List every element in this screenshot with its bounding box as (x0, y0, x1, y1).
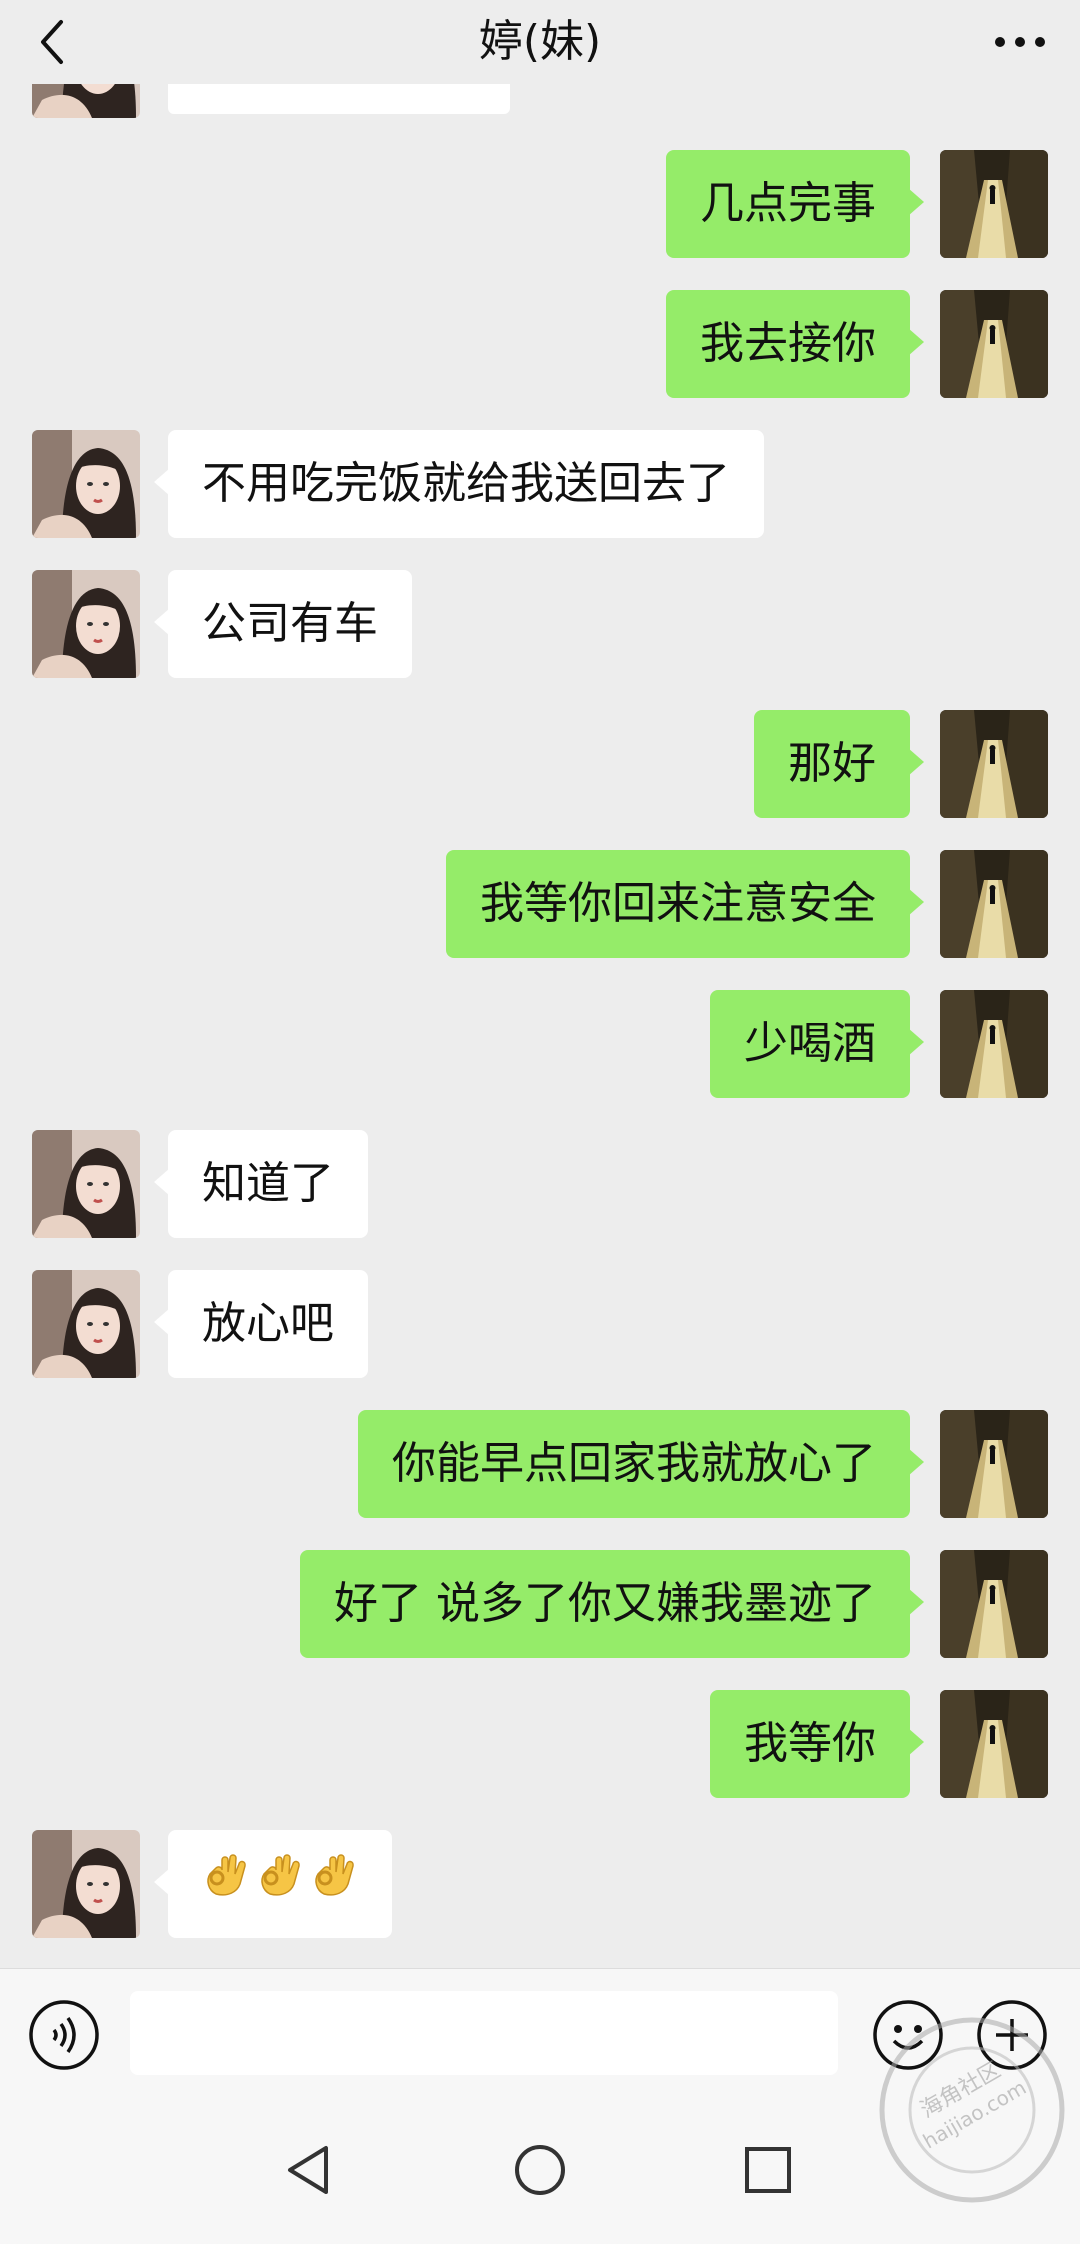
incoming-message: 公司有车 (0, 570, 1080, 680)
outgoing-message: 我去接你 (0, 290, 1080, 400)
message-bubble[interactable]: 放心吧 (154, 1270, 368, 1378)
ok-hand-emoji-icon (202, 1830, 250, 1938)
incoming-message (0, 1830, 1080, 1940)
message-input[interactable] (130, 1991, 838, 2075)
outgoing-message: 我等你 (0, 1690, 1080, 1800)
message-bubble[interactable] (154, 1830, 392, 1938)
outgoing-message: 几点完事 (0, 150, 1080, 260)
partial-message (0, 84, 1080, 120)
message-text: 我去接你 (700, 318, 876, 369)
message-text: 少喝酒 (744, 1018, 876, 1069)
message-text: 公司有车 (202, 598, 378, 649)
message-bubble[interactable]: 我等你回来注意安全 (446, 850, 924, 958)
message-bubble[interactable]: 知道了 (154, 1130, 368, 1238)
outgoing-message: 好了 说多了你又嫌我墨迹了 (0, 1550, 1080, 1660)
contact-avatar[interactable] (32, 1130, 140, 1238)
nav-home-icon[interactable] (510, 2140, 570, 2200)
my-avatar[interactable] (940, 290, 1048, 398)
contact-avatar[interactable] (32, 1830, 140, 1938)
contact-avatar[interactable] (32, 430, 140, 538)
message-bubble[interactable]: 我等你 (710, 1690, 924, 1798)
message-bubble[interactable] (168, 84, 510, 114)
message-bubble[interactable]: 你能早点回家我就放心了 (358, 1410, 924, 1518)
message-text: 我等你 (744, 1718, 876, 1769)
message-text: 放心吧 (202, 1298, 334, 1349)
my-avatar[interactable] (940, 1690, 1048, 1798)
outgoing-message: 我等你回来注意安全 (0, 850, 1080, 960)
message-text: 几点完事 (700, 178, 876, 229)
message-bubble[interactable]: 少喝酒 (710, 990, 924, 1098)
my-avatar[interactable] (940, 150, 1048, 258)
my-avatar[interactable] (940, 710, 1048, 818)
watermark-logo: 海角社区 haijiao.com (872, 2010, 1072, 2210)
message-text: 知道了 (202, 1158, 334, 1209)
message-list[interactable]: 几点完事我去接你不用吃完饭就给我送回去了 公司有车那好我等你回来注意安全少喝酒知道… (0, 84, 1080, 1968)
message-text: 你能早点回家我就放心了 (392, 1438, 876, 1489)
outgoing-message: 你能早点回家我就放心了 (0, 1410, 1080, 1520)
incoming-message: 放心吧 (0, 1270, 1080, 1380)
message-text: 不用吃完饭就给我送回去了 (202, 458, 730, 509)
ok-hand-emoji-icon (310, 1830, 358, 1938)
outgoing-message: 那好 (0, 710, 1080, 820)
nav-recent-apps-icon[interactable] (738, 2140, 798, 2200)
contact-avatar[interactable] (32, 570, 140, 678)
incoming-message: 知道了 (0, 1130, 1080, 1240)
contact-avatar[interactable] (32, 1270, 140, 1378)
chat-header: 婷(妹) (0, 0, 1080, 84)
more-options-icon[interactable] (990, 14, 1050, 70)
my-avatar[interactable] (940, 990, 1048, 1098)
ok-hand-emoji-icon (256, 1830, 304, 1938)
contact-avatar[interactable] (32, 84, 140, 118)
message-bubble[interactable]: 我去接你 (666, 290, 924, 398)
voice-input-icon[interactable] (28, 1999, 100, 2071)
my-avatar[interactable] (940, 850, 1048, 958)
message-bubble[interactable]: 公司有车 (154, 570, 412, 678)
outgoing-message: 少喝酒 (0, 990, 1080, 1100)
my-avatar[interactable] (940, 1410, 1048, 1518)
message-text: 好了 说多了你又嫌我墨迹了 (334, 1578, 876, 1629)
message-bubble[interactable]: 几点完事 (666, 150, 924, 258)
message-bubble[interactable]: 好了 说多了你又嫌我墨迹了 (300, 1550, 924, 1658)
chat-title: 婷(妹) (478, 16, 602, 67)
message-bubble[interactable]: 不用吃完饭就给我送回去了 (154, 430, 764, 538)
message-text: 我等你回来注意安全 (480, 878, 876, 929)
message-text: 那好 (788, 738, 876, 789)
nav-back-icon[interactable] (280, 2140, 340, 2200)
incoming-message: 不用吃完饭就给我送回去了 (0, 430, 1080, 540)
my-avatar[interactable] (940, 1550, 1048, 1658)
message-bubble[interactable]: 那好 (754, 710, 924, 818)
